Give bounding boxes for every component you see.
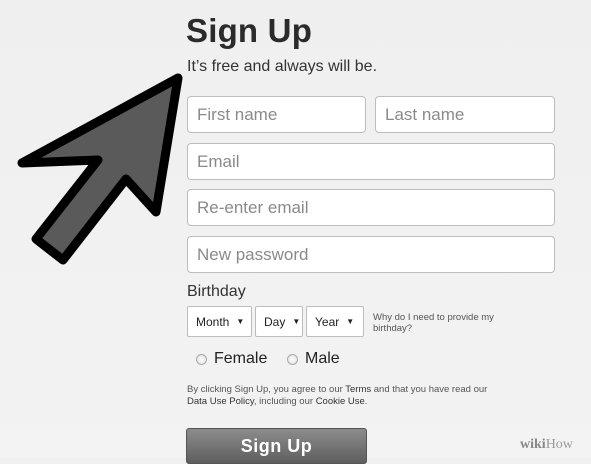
arrow-pointer-icon xyxy=(17,73,183,265)
